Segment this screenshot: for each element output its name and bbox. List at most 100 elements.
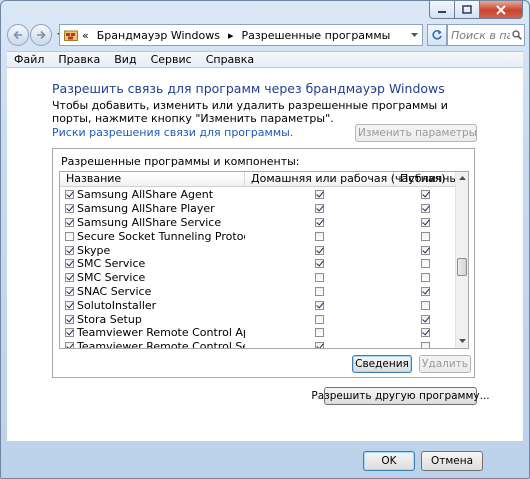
menu-tools[interactable]: Сервис (144, 53, 199, 66)
public-network-checkbox[interactable] (420, 259, 430, 269)
table-row[interactable]: Samsung AllShare Agent (60, 188, 456, 202)
program-name: Teamviewer Remote Control Service (77, 340, 245, 349)
public-network-checkbox[interactable] (420, 286, 430, 296)
forward-button[interactable] (30, 24, 52, 46)
ok-button[interactable]: OK (363, 451, 415, 471)
home-network-checkbox[interactable] (315, 217, 324, 227)
minimize-button[interactable] (429, 1, 455, 19)
back-arrow-icon (13, 30, 22, 40)
home-network-checkbox[interactable] (315, 204, 324, 214)
public-network-checkbox[interactable] (420, 204, 430, 214)
home-cell (245, 204, 394, 214)
breadcrumb-firewall[interactable]: Брандмауэр Windows (97, 29, 220, 42)
scroll-up-arrow[interactable] (456, 172, 468, 185)
scroll-thumb[interactable] (457, 258, 467, 276)
table-row[interactable]: SMC Service (60, 271, 456, 285)
table-row[interactable]: SNAC Service (60, 285, 456, 299)
breadcrumb-allowed-programs[interactable]: Разрешенные программы (242, 29, 391, 42)
public-network-checkbox[interactable] (420, 342, 430, 348)
home-network-checkbox[interactable] (315, 231, 324, 241)
program-name-cell: Teamviewer Remote Control Application (60, 326, 245, 339)
firewall-folder-icon (64, 30, 78, 41)
program-enabled-checkbox[interactable] (65, 231, 74, 241)
refresh-icon (432, 30, 442, 40)
program-name: SMC Service (77, 257, 146, 271)
home-network-checkbox[interactable] (315, 273, 324, 283)
refresh-button[interactable] (427, 24, 447, 46)
program-enabled-checkbox[interactable] (65, 300, 74, 310)
program-enabled-checkbox[interactable] (65, 342, 74, 348)
table-row[interactable]: Samsung AllShare Service (60, 216, 456, 230)
public-network-checkbox[interactable] (420, 217, 430, 227)
change-settings-label: Изменить параметры (358, 127, 478, 139)
public-network-checkbox[interactable] (420, 231, 430, 241)
allow-another-program-button[interactable]: Разрешить другую программу... (311, 387, 490, 405)
home-cell (245, 217, 394, 227)
back-button[interactable] (7, 24, 29, 46)
list-scrollbar[interactable] (455, 172, 468, 348)
program-enabled-checkbox[interactable] (65, 245, 74, 255)
public-network-checkbox[interactable] (420, 314, 430, 324)
program-name: Samsung AllShare Agent (77, 188, 214, 202)
table-row[interactable]: Secure Socket Tunneling Protocol (60, 229, 456, 243)
breadcrumb-overflow[interactable]: « (82, 29, 89, 42)
address-bar[interactable]: « Брандмауэр Windows ▸ Разрешенные прогр… (59, 24, 423, 46)
breadcrumb-separator[interactable]: ▸ (228, 29, 234, 42)
program-enabled-checkbox[interactable] (65, 259, 74, 269)
risk-link[interactable]: Риски разрешения связи для программы. (52, 126, 293, 139)
home-network-checkbox[interactable] (315, 314, 324, 324)
search-box[interactable]: Поиск в пане... (447, 24, 525, 46)
program-name-cell: SMC Service (60, 257, 245, 270)
address-dropdown[interactable] (406, 25, 422, 45)
home-network-checkbox[interactable] (315, 300, 324, 310)
table-row[interactable]: Samsung AllShare Player (60, 202, 456, 216)
public-cell (394, 342, 456, 348)
program-enabled-checkbox[interactable] (65, 328, 74, 338)
table-row[interactable]: SMC Service (60, 257, 456, 271)
table-row[interactable]: Teamviewer Remote Control Application (60, 326, 456, 340)
public-network-checkbox[interactable] (420, 328, 430, 338)
home-network-checkbox[interactable] (315, 245, 324, 255)
table-row[interactable]: SolutoInstaller (60, 298, 456, 312)
cancel-button[interactable]: Отмена (421, 451, 483, 471)
program-enabled-checkbox[interactable] (65, 204, 74, 214)
program-enabled-checkbox[interactable] (65, 286, 74, 296)
program-enabled-checkbox[interactable] (65, 190, 74, 200)
column-header-home[interactable]: Домашняя или рабочая (частная) (245, 172, 446, 187)
public-network-checkbox[interactable] (420, 190, 430, 200)
details-button[interactable]: Сведения (352, 355, 412, 373)
program-enabled-checkbox[interactable] (65, 217, 74, 227)
menu-edit[interactable]: Правка (51, 53, 107, 66)
list-header: Название Домашняя или рабочая (частная) … (60, 172, 465, 187)
public-network-checkbox[interactable] (420, 300, 430, 310)
public-network-checkbox[interactable] (420, 273, 430, 283)
table-row[interactable]: Skype (60, 243, 456, 257)
program-name-cell: Samsung AllShare Agent (60, 188, 245, 201)
column-header-public[interactable]: Публичные (394, 172, 465, 187)
home-cell (245, 328, 394, 338)
table-row[interactable]: Stora Setup (60, 312, 456, 326)
column-header-name[interactable]: Название (60, 172, 245, 187)
menu-view[interactable]: Вид (107, 53, 143, 66)
close-button[interactable] (480, 1, 523, 19)
table-row[interactable]: Teamviewer Remote Control Service (60, 340, 456, 349)
program-enabled-checkbox[interactable] (65, 314, 74, 324)
program-name-cell: SNAC Service (60, 285, 245, 298)
home-network-checkbox[interactable] (315, 328, 324, 338)
public-network-checkbox[interactable] (420, 245, 430, 255)
program-name-cell: Stora Setup (60, 313, 245, 326)
home-network-checkbox[interactable] (315, 190, 324, 200)
public-cell (394, 286, 456, 296)
change-settings-button[interactable]: Изменить параметры (355, 124, 477, 142)
home-network-checkbox[interactable] (315, 286, 324, 296)
maximize-button[interactable] (455, 1, 480, 19)
menu-file[interactable]: Файл (7, 53, 51, 66)
program-enabled-checkbox[interactable] (65, 273, 74, 283)
search-input[interactable]: Поиск в пане... (451, 29, 510, 42)
home-network-checkbox[interactable] (315, 342, 324, 348)
scroll-down-arrow[interactable] (456, 335, 468, 348)
programs-list[interactable]: Название Домашняя или рабочая (частная) … (59, 171, 469, 349)
remove-button[interactable]: Удалить (419, 355, 471, 373)
home-network-checkbox[interactable] (315, 259, 324, 269)
menu-help[interactable]: Справка (199, 53, 261, 66)
